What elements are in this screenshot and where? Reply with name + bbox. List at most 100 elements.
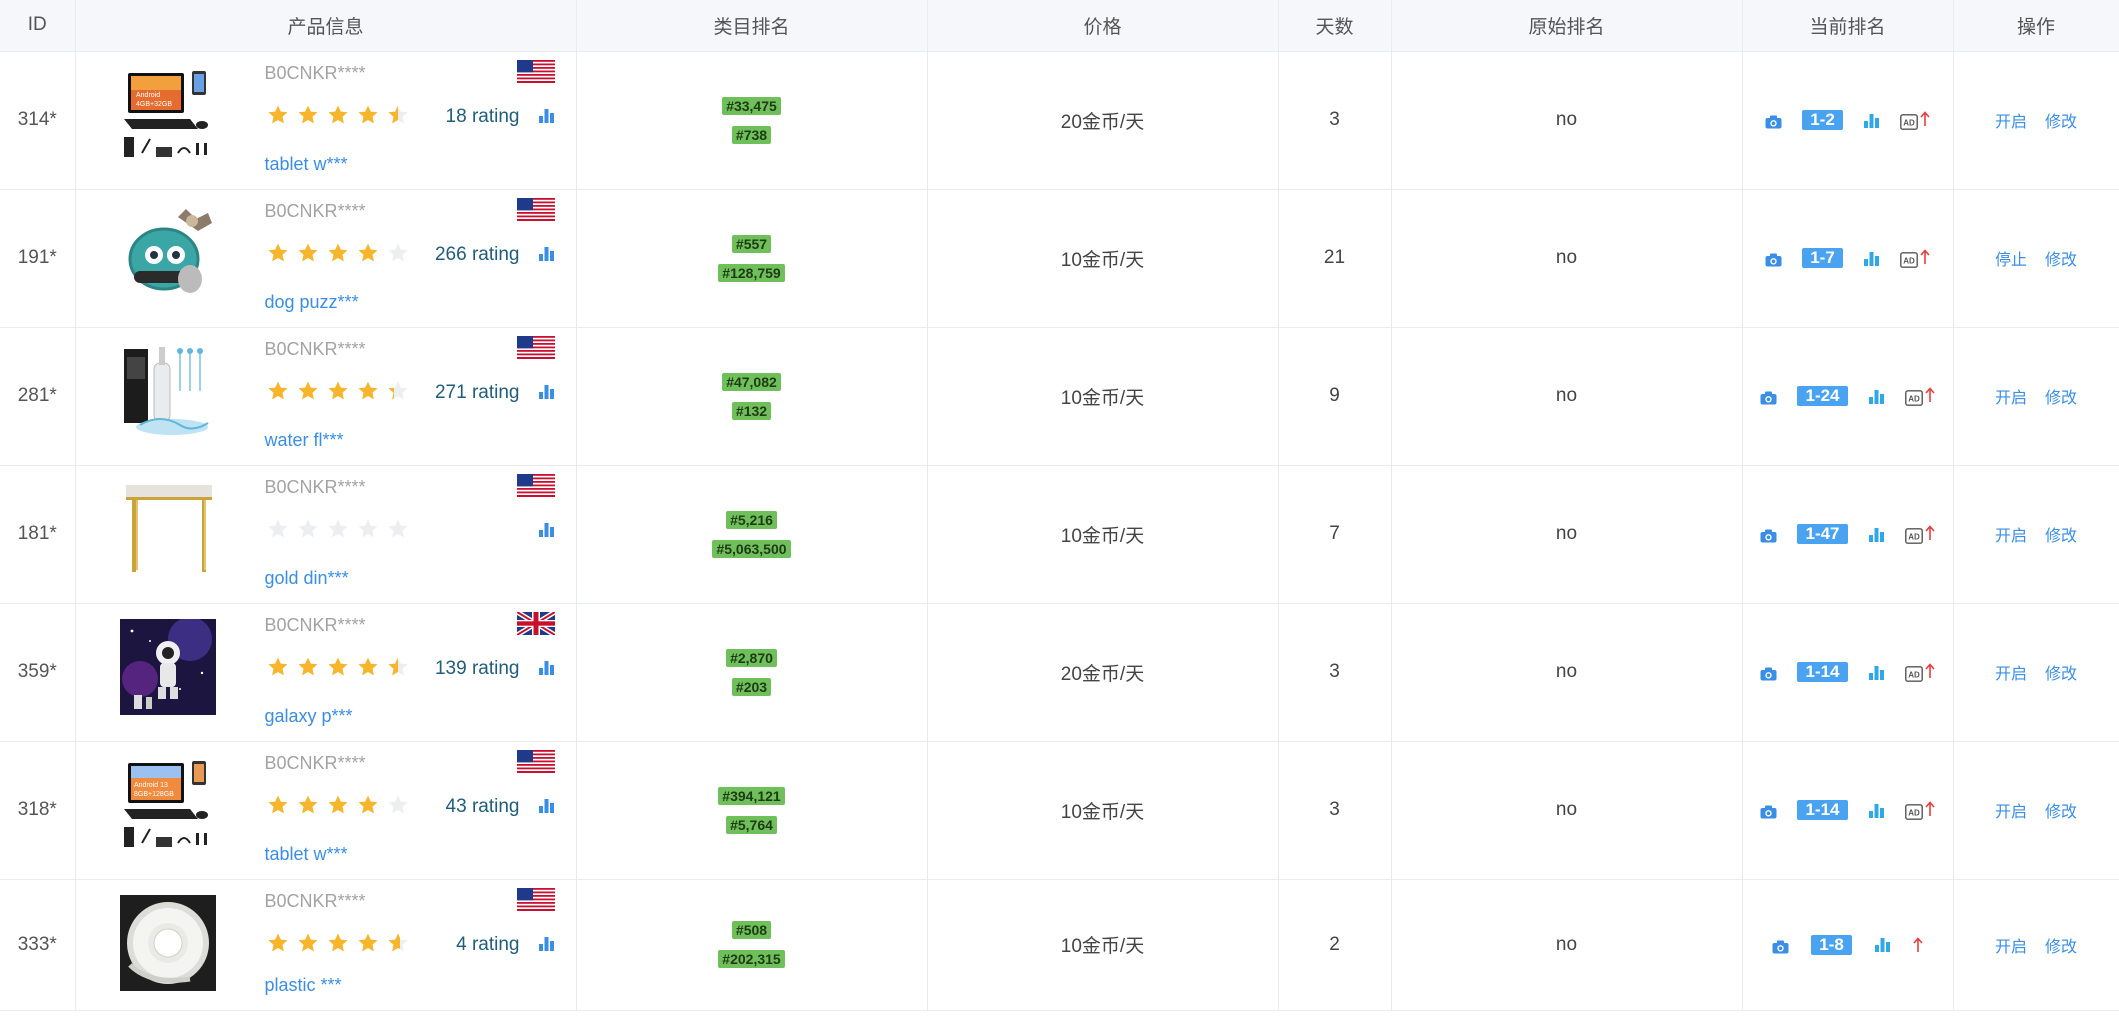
- ad-icon[interactable]: AD: [1904, 389, 1923, 406]
- bar-chart-icon[interactable]: [1868, 388, 1885, 405]
- category-rank-badge: #394,121: [718, 786, 785, 805]
- product-name-link[interactable]: tablet w***: [265, 154, 348, 175]
- bar-chart-icon[interactable]: [1868, 526, 1885, 543]
- product-thumbnail[interactable]: [119, 480, 216, 577]
- svg-text:AD: AD: [1903, 118, 1915, 127]
- edit-button[interactable]: 修改: [2045, 660, 2077, 684]
- bar-chart-icon[interactable]: [538, 383, 555, 400]
- current-rank-badge: 1-24: [1797, 386, 1848, 406]
- toggle-button[interactable]: 开启: [1995, 108, 2027, 132]
- product-name-link[interactable]: water fl***: [265, 430, 344, 451]
- camera-icon[interactable]: [1760, 803, 1777, 819]
- bar-chart-icon[interactable]: [1868, 802, 1885, 819]
- camera-icon[interactable]: [1760, 527, 1777, 543]
- product-asin: B0CNKR****: [264, 752, 366, 773]
- bar-chart-icon[interactable]: [538, 521, 555, 538]
- category-rank-badge: #2,870: [726, 648, 777, 667]
- actions-cell: 开启 修改: [1953, 327, 2119, 466]
- product-name-link[interactable]: tablet w***: [265, 844, 348, 865]
- edit-button[interactable]: 修改: [2045, 522, 2077, 546]
- arrow-up-icon: [1924, 800, 1935, 817]
- bar-chart-icon[interactable]: [1868, 664, 1885, 681]
- toggle-button[interactable]: 开启: [1995, 522, 2027, 546]
- bar-chart-icon[interactable]: [1863, 112, 1880, 129]
- bar-chart-icon[interactable]: [538, 935, 555, 952]
- toggle-button[interactable]: 停止: [1995, 246, 2027, 270]
- ad-icon[interactable]: AD: [1904, 665, 1923, 682]
- camera-icon[interactable]: [1772, 938, 1789, 953]
- current-rank-badge: 1-8: [1811, 934, 1852, 955]
- toggle-button[interactable]: 开启: [1995, 933, 2027, 957]
- bar-chart-icon[interactable]: [538, 107, 555, 124]
- category-rank-cell: #5,216 #5,063,500: [576, 465, 928, 604]
- row-id: 359*: [0, 603, 76, 742]
- product-thumbnail[interactable]: [119, 342, 216, 439]
- camera-icon[interactable]: [1765, 251, 1782, 267]
- ad-icon[interactable]: AD: [1899, 113, 1918, 130]
- bar-chart-icon[interactable]: [538, 659, 555, 676]
- edit-button[interactable]: 修改: [2045, 933, 2077, 957]
- bar-chart-icon[interactable]: [538, 797, 555, 814]
- ad-icon[interactable]: AD: [1899, 251, 1918, 268]
- days-cell: 9: [1278, 327, 1392, 466]
- edit-button[interactable]: 修改: [2045, 246, 2077, 270]
- ad-icon[interactable]: AD: [1904, 803, 1923, 820]
- product-asin: B0CNKR****: [264, 62, 366, 83]
- uk-flag-icon: [515, 609, 556, 637]
- camera-icon[interactable]: [1760, 665, 1777, 681]
- edit-button[interactable]: 修改: [2045, 108, 2077, 132]
- product-thumbnail[interactable]: [119, 894, 216, 991]
- bar-chart-icon[interactable]: [1874, 936, 1891, 953]
- price-cell: 10金币/天: [927, 465, 1279, 604]
- days-cell: 3: [1278, 603, 1392, 742]
- product-thumbnail[interactable]: Android 4GB+32GB: [119, 66, 216, 163]
- actions-cell: 开启 修改: [1953, 465, 2119, 604]
- table-row: 359* B0CNKR**** 139 rating galaxy p*** #…: [0, 603, 2119, 742]
- us-flag-icon: [516, 749, 555, 773]
- product-name-link[interactable]: plastic ***: [265, 975, 342, 996]
- category-rank-badge: #33,475: [722, 96, 781, 115]
- product-name-link[interactable]: galaxy p***: [265, 706, 353, 727]
- current-rank-cell: 1-2 AD: [1742, 51, 1954, 190]
- actions-cell: 停止 修改: [1953, 189, 2119, 328]
- edit-button[interactable]: 修改: [2045, 384, 2077, 408]
- rating-count: 18 rating: [445, 105, 520, 127]
- ad-trend: AD: [1899, 110, 1930, 130]
- ad-icon[interactable]: AD: [1904, 527, 1923, 544]
- category-rank-badge: #47,082: [722, 372, 781, 391]
- category-rank-cell: #33,475 #738: [576, 51, 928, 190]
- product-thumbnail[interactable]: Android 13 8GB+128GB: [119, 756, 216, 853]
- product-asin: B0CNKR****: [264, 338, 366, 359]
- product-thumbnail[interactable]: [119, 204, 216, 301]
- row-id: 281*: [0, 327, 76, 466]
- edit-button[interactable]: 修改: [2045, 798, 2077, 822]
- us-flag-icon: [516, 473, 555, 497]
- ad-trend: AD: [1904, 524, 1935, 544]
- svg-text:AD: AD: [1908, 808, 1920, 817]
- toggle-button[interactable]: 开启: [1995, 660, 2027, 684]
- toggle-button[interactable]: 开启: [1995, 384, 2027, 408]
- current-rank-badge: 1-14: [1797, 800, 1848, 820]
- rating-count: 266 rating: [434, 243, 520, 265]
- original-rank-cell: no: [1391, 741, 1743, 880]
- arrow-up-icon: [1924, 524, 1935, 541]
- category-rank-cell: #508 #202,315: [576, 879, 928, 1011]
- toggle-button[interactable]: 开启: [1995, 798, 2027, 822]
- ad-trend: AD: [1904, 800, 1935, 820]
- star-rating: [267, 104, 409, 128]
- product-thumbnail[interactable]: [119, 618, 216, 715]
- camera-icon[interactable]: [1765, 113, 1782, 129]
- camera-icon[interactable]: [1760, 389, 1777, 405]
- svg-text:8GB+128GB: 8GB+128GB: [134, 791, 174, 798]
- bar-chart-icon[interactable]: [538, 245, 555, 262]
- product-name-link[interactable]: dog puzz***: [265, 292, 359, 313]
- category-rank-badge: #5,063,500: [712, 539, 791, 558]
- arrow-up-icon: [1920, 110, 1930, 127]
- svg-text:AD: AD: [1908, 394, 1920, 403]
- product-info-cell: Android 13 8GB+128GB B0CNKR**** 43 rating…: [75, 741, 577, 880]
- bar-chart-icon[interactable]: [1863, 250, 1880, 267]
- category-rank-cell: #2,870 #203: [576, 603, 928, 742]
- rating-count: 271 rating: [434, 381, 520, 403]
- product-info-cell: B0CNKR**** gold din***: [75, 465, 577, 604]
- product-name-link[interactable]: gold din***: [265, 568, 349, 589]
